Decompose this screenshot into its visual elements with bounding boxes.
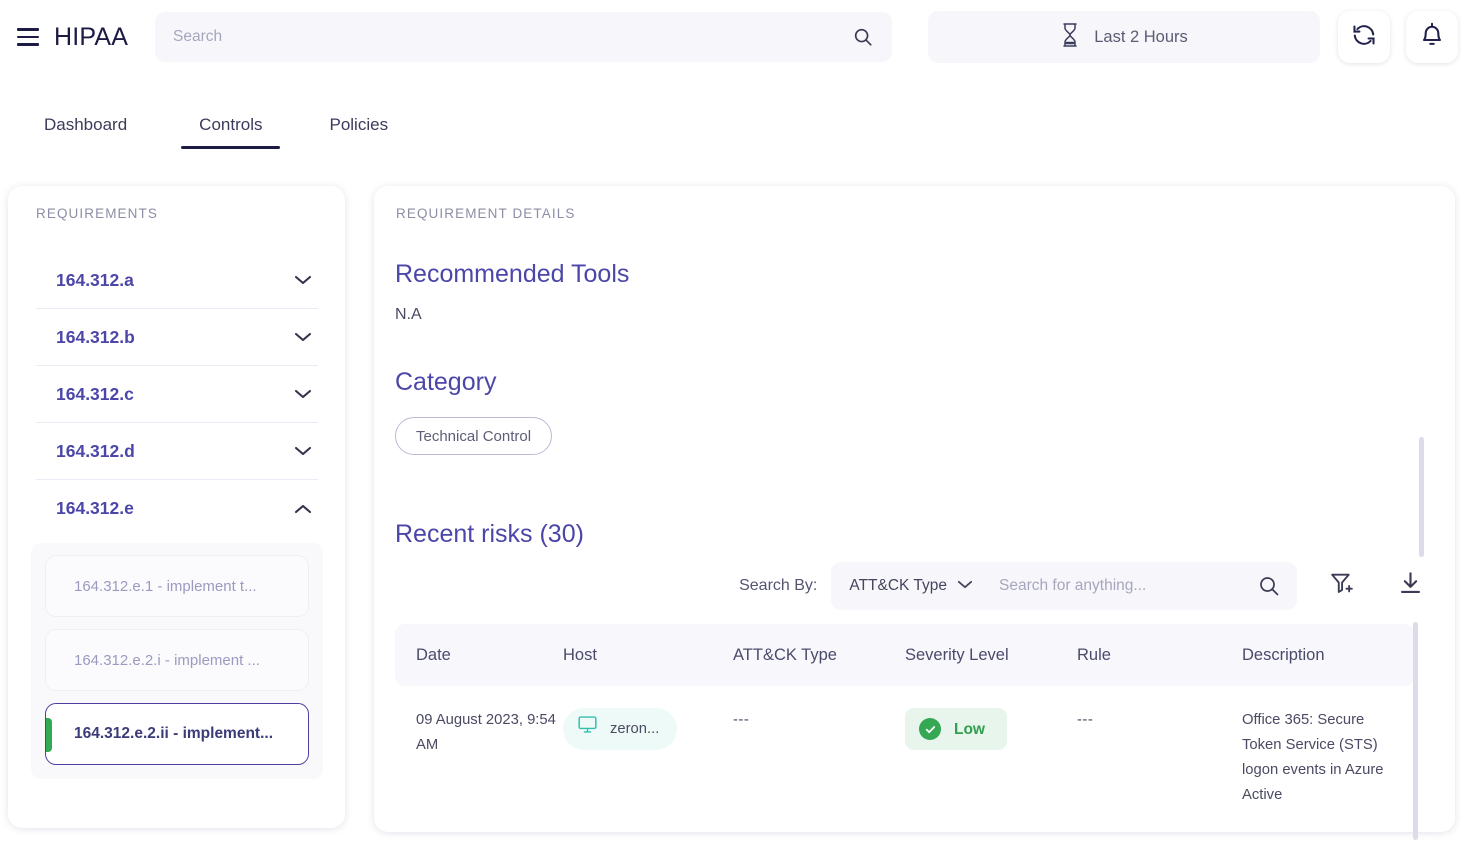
- risks-table: Date Host ATT&CK Type Severity Level Rul…: [395, 624, 1415, 832]
- category-chip[interactable]: Technical Control: [395, 417, 553, 455]
- app-title: HIPAA: [54, 22, 129, 51]
- sidebar-item-164-312-c[interactable]: 164.312.c: [36, 366, 318, 423]
- category-heading: Category: [395, 368, 497, 396]
- search-by-label: Search By:: [739, 577, 818, 594]
- monitor-icon: [577, 714, 598, 744]
- top-header: HIPAA Last 2 Hours: [0, 0, 1463, 74]
- chevron-down-icon[interactable]: [290, 274, 316, 286]
- cell-date: 09 August 2023, 9:54 AM: [416, 712, 556, 753]
- severity-label: Low: [954, 720, 985, 738]
- requirement-details-panel: REQUIREMENT DETAILS Recommended Tools N.…: [374, 186, 1455, 832]
- tab-controls[interactable]: Controls: [181, 112, 281, 149]
- chevron-up-icon[interactable]: [290, 503, 316, 515]
- sidebar-subitem-164-312-e-2-i[interactable]: 164.312.e.2.i - implement ...: [45, 629, 309, 691]
- subitem-label: 164.312.e.2.i - implement ...: [74, 651, 260, 669]
- sidebar-subitem-164-312-e-2-ii[interactable]: 164.312.e.2.ii - implement...: [45, 703, 309, 765]
- chevron-down-icon: [957, 577, 973, 595]
- column-header-rule[interactable]: Rule: [1077, 646, 1242, 665]
- column-header-host[interactable]: Host: [563, 646, 733, 665]
- cell-severity: Low: [905, 708, 1077, 750]
- refresh-button[interactable]: [1338, 11, 1390, 63]
- hourglass-icon: [1060, 22, 1080, 53]
- chevron-down-icon[interactable]: [290, 331, 316, 343]
- tab-policies[interactable]: Policies: [323, 112, 394, 149]
- recommended-tools-value: N.A: [395, 306, 422, 323]
- hamburger-bar-1: [17, 28, 39, 31]
- search-icon[interactable]: [852, 26, 892, 48]
- requirements-list: 164.312.a 164.312.b 164.312.c 164.312.d: [31, 252, 323, 779]
- table-scrollbar[interactable]: [1413, 622, 1418, 840]
- table-header-row: Date Host ATT&CK Type Severity Level Rul…: [395, 624, 1415, 686]
- details-panel-scrollbar[interactable]: [1419, 437, 1424, 557]
- subitem-label: 164.312.e.2.ii - implement...: [74, 725, 274, 742]
- sidebar-item-164-312-b[interactable]: 164.312.b: [36, 309, 318, 366]
- cell-description: Office 365: Secure Token Service (STS) l…: [1242, 712, 1384, 803]
- refresh-icon: [1351, 22, 1377, 53]
- requirements-heading: REQUIREMENTS: [36, 206, 158, 221]
- subitem-label: 164.312.e.1 - implement t...: [74, 577, 257, 595]
- notifications-button[interactable]: [1406, 11, 1458, 63]
- requirements-panel: REQUIREMENTS 164.312.a 164.312.b 164.312…: [8, 186, 345, 828]
- search-by-dropdown[interactable]: ATT&CK Type: [831, 562, 987, 610]
- column-header-attack-type[interactable]: ATT&CK Type: [733, 646, 905, 665]
- recent-risks-heading: Recent risks (30): [395, 520, 584, 548]
- requirement-label: 164.312.b: [56, 326, 135, 347]
- risk-search-field[interactable]: [987, 562, 1297, 610]
- risk-toolbar: Search By: ATT&CK Type: [395, 560, 1433, 612]
- host-chip[interactable]: zeron...: [563, 708, 678, 750]
- requirement-label: 164.312.a: [56, 269, 134, 290]
- hamburger-bar-2: [17, 35, 39, 39]
- time-range-label: Last 2 Hours: [1094, 27, 1188, 46]
- hamburger-icon[interactable]: [10, 19, 46, 55]
- global-search[interactable]: [155, 12, 892, 62]
- main-tabs: Dashboard Controls Policies: [0, 112, 1463, 164]
- cell-attack-type: ---: [733, 712, 750, 728]
- chevron-down-icon[interactable]: [290, 388, 316, 400]
- chevron-down-icon[interactable]: [290, 445, 316, 457]
- column-header-date[interactable]: Date: [395, 646, 563, 665]
- cell-host: zeron...: [563, 708, 733, 750]
- risk-search-input[interactable]: [987, 577, 1257, 595]
- requirement-label: 164.312.d: [56, 440, 135, 461]
- time-range-picker[interactable]: Last 2 Hours: [928, 11, 1320, 63]
- bell-icon: [1419, 22, 1445, 53]
- sidebar-subitem-164-312-e-1[interactable]: 164.312.e.1 - implement t...: [45, 555, 309, 617]
- download-icon: [1397, 570, 1424, 602]
- search-by-value: ATT&CK Type: [849, 577, 947, 594]
- search-input[interactable]: [155, 28, 852, 46]
- sidebar-item-164-312-e[interactable]: 164.312.e: [36, 480, 318, 537]
- requirement-sub-list: 164.312.e.1 - implement t... 164.312.e.2…: [31, 543, 323, 779]
- add-filter-button[interactable]: [1319, 563, 1365, 609]
- requirement-label: 164.312.c: [56, 383, 134, 404]
- table-row[interactable]: 09 August 2023, 9:54 AM zeron... --- Low…: [395, 686, 1415, 808]
- filter-add-icon: [1329, 570, 1356, 602]
- host-name: zeron...: [610, 720, 660, 737]
- requirement-label: 164.312.e: [56, 498, 134, 518]
- sidebar-item-164-312-a[interactable]: 164.312.a: [36, 252, 318, 309]
- status-badge: Low: [905, 708, 1007, 750]
- tab-dashboard[interactable]: Dashboard: [38, 112, 133, 149]
- details-eyebrow: REQUIREMENT DETAILS: [396, 206, 576, 221]
- recommended-tools-heading: Recommended Tools: [395, 260, 630, 288]
- hamburger-bar-3: [17, 43, 39, 46]
- search-icon[interactable]: [1257, 574, 1297, 598]
- cell-rule: ---: [1077, 712, 1094, 728]
- check-circle-icon: [919, 718, 941, 740]
- column-header-severity[interactable]: Severity Level: [905, 646, 1077, 665]
- download-button[interactable]: [1387, 563, 1433, 609]
- column-header-description[interactable]: Description: [1242, 646, 1394, 665]
- sidebar-item-164-312-d[interactable]: 164.312.d: [36, 423, 318, 480]
